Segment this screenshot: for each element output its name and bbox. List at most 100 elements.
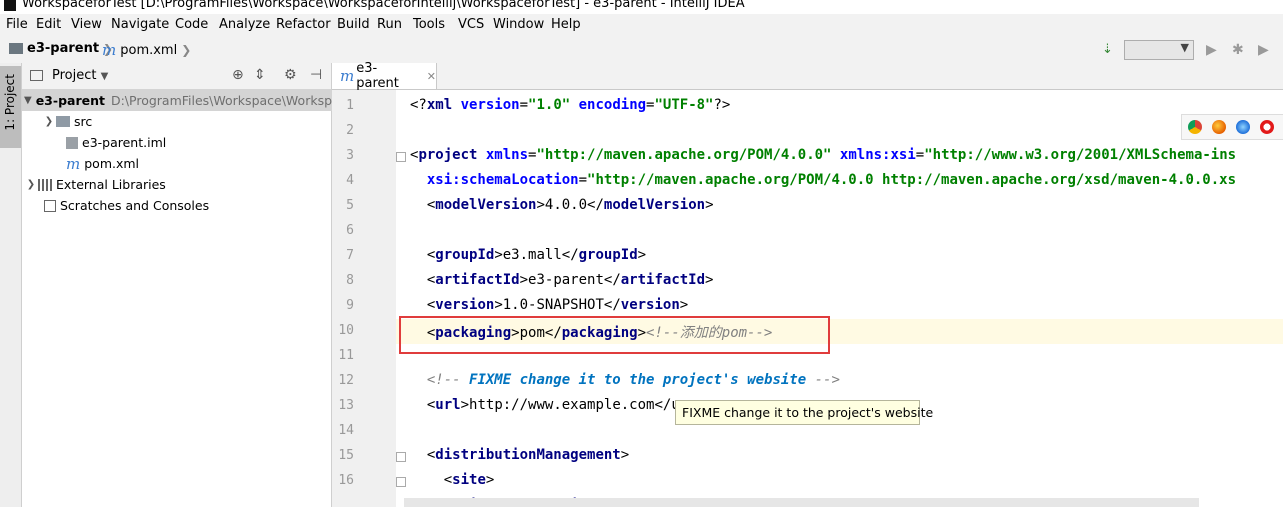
- menu-tools[interactable]: Tools: [413, 17, 445, 32]
- chevron-right-icon: ❯: [181, 43, 192, 57]
- tree-node-iml[interactable]: e3-parent.iml: [22, 132, 375, 153]
- tree-node-label: pom.xml: [84, 156, 140, 171]
- menu-file[interactable]: File: [6, 17, 28, 32]
- menu-view[interactable]: View: [71, 17, 102, 32]
- tree-root-path: D:\ProgramFiles\Workspace\WorkspaceforIn…: [110, 93, 333, 108]
- editor-tab-label: e3-parent: [356, 61, 399, 91]
- tree-node-external-libraries[interactable]: ❯ External Libraries: [22, 174, 333, 195]
- chrome-icon[interactable]: [1188, 120, 1202, 134]
- chevron-down-icon: ▼: [1180, 41, 1189, 54]
- run-icon[interactable]: ▶: [1206, 42, 1217, 58]
- breadcrumb-file[interactable]: m pom.xml ❯: [102, 41, 195, 59]
- safari-icon[interactable]: [1236, 120, 1250, 134]
- breadcrumb-project-label: e3-parent: [27, 41, 100, 56]
- intellij-app-icon: [4, 0, 16, 11]
- code-line-7: <groupId>e3.mall</groupId>: [410, 247, 647, 263]
- menu-navigate[interactable]: Navigate: [111, 17, 169, 32]
- tree-node-src[interactable]: ❯ src: [22, 111, 351, 132]
- menu-run[interactable]: Run: [377, 17, 402, 32]
- line-number: 8: [346, 273, 354, 288]
- project-view-selector[interactable]: Project ▼: [52, 68, 108, 83]
- fixme-tooltip: FIXME change it to the project's website: [675, 400, 933, 425]
- project-panel: Project ▼ ⊕ ⇕ ⚙ ⊣ ▼ e3-parent D:\Program…: [22, 63, 333, 507]
- fold-marker-icon[interactable]: [396, 477, 406, 487]
- breadcrumb-project[interactable]: e3-parent ❯: [9, 41, 117, 56]
- line-number: 14: [338, 423, 354, 438]
- menu-analyze[interactable]: Analyze: [219, 17, 270, 32]
- fold-marker-icon[interactable]: [396, 152, 406, 162]
- debug-icon[interactable]: ✱: [1232, 42, 1244, 58]
- editor-tab-bar: m e3-parent ✕: [332, 61, 1283, 91]
- menu-build[interactable]: Build: [337, 17, 370, 32]
- library-icon: [38, 178, 52, 191]
- chevron-right-icon[interactable]: ❯: [42, 116, 56, 127]
- code-line-4: xsi:schemaLocation="http://maven.apache.…: [426, 172, 1237, 188]
- fold-marker-icon[interactable]: [396, 452, 406, 462]
- tree-node-scratches[interactable]: Scratches and Consoles: [22, 195, 353, 216]
- code-line-9: <version>1.0-SNAPSHOT</version>: [410, 297, 689, 313]
- menu-window[interactable]: Window: [493, 17, 544, 32]
- build-hammer-icon[interactable]: ⇣: [1102, 42, 1113, 57]
- navigation-bar: e3-parent ❯ m pom.xml ❯: [0, 38, 1283, 64]
- folder-icon: [56, 116, 70, 127]
- code-line-5: <modelVersion>4.0.0</modelVersion>: [410, 197, 714, 213]
- menu-code[interactable]: Code: [175, 17, 208, 32]
- code-line-16: <site>: [410, 472, 495, 488]
- line-number: 9: [346, 298, 354, 313]
- line-number: 11: [338, 348, 354, 363]
- code-line-8: <artifactId>e3-parent</artifactId>: [410, 272, 714, 288]
- menu-vcs[interactable]: VCS: [458, 17, 484, 32]
- firefox-icon[interactable]: [1212, 120, 1226, 134]
- scratches-icon: [44, 199, 56, 212]
- tree-node-e3-parent[interactable]: ▼ e3-parent D:\ProgramFiles\Workspace\Wo…: [22, 90, 333, 111]
- code-line-15: <distributionManagement>: [410, 447, 630, 463]
- module-folder-icon: [9, 43, 23, 54]
- editor-tab-pom[interactable]: m e3-parent ✕: [332, 61, 437, 91]
- tooltip-text: FIXME change it to the project's website: [682, 405, 934, 420]
- project-panel-title: Project: [52, 68, 97, 83]
- tree-node-pom[interactable]: m pom.xml: [22, 153, 375, 174]
- module-file-icon: [66, 136, 78, 149]
- opera-icon[interactable]: [1260, 120, 1274, 134]
- project-panel-header: Project ▼ ⊕ ⇕ ⚙ ⊣: [22, 63, 331, 90]
- hide-panel-icon[interactable]: ⊣: [310, 67, 322, 83]
- maven-file-icon: m: [66, 154, 81, 173]
- line-number: 15: [338, 448, 354, 463]
- maven-file-icon: m: [340, 67, 355, 85]
- chevron-down-icon[interactable]: ▼: [24, 95, 32, 106]
- line-number: 6: [346, 223, 354, 238]
- line-number: 16: [338, 473, 354, 488]
- tree-root-name: e3-parent: [35, 93, 105, 108]
- menu-help[interactable]: Help: [551, 17, 581, 32]
- scroll-from-source-icon[interactable]: ⊕: [232, 67, 244, 83]
- line-number: 4: [346, 173, 354, 188]
- window-title: WorkspaceforTest [D:\ProgramFiles\Worksp…: [22, 0, 745, 11]
- line-number: 7: [346, 248, 354, 263]
- line-number: 5: [346, 198, 354, 213]
- run-configuration-select[interactable]: ▼: [1124, 40, 1194, 60]
- annotation-highlight-box: [399, 316, 830, 354]
- window-title-bar: WorkspaceforTest [D:\ProgramFiles\Worksp…: [0, 0, 1283, 13]
- line-number: 13: [338, 398, 354, 413]
- tree-node-label: Scratches and Consoles: [60, 198, 210, 213]
- menu-edit[interactable]: Edit: [36, 17, 61, 32]
- code-line-12: <!-- FIXME change it to the project's we…: [426, 372, 840, 388]
- close-icon[interactable]: ✕: [427, 70, 436, 83]
- chevron-right-icon[interactable]: ❯: [24, 179, 38, 190]
- breadcrumb-file-label: pom.xml: [120, 42, 178, 58]
- run-with-coverage-icon[interactable]: ▶: [1258, 42, 1269, 58]
- gear-icon[interactable]: ⚙: [284, 67, 297, 83]
- project-tool-window-label: 1: Project: [3, 74, 17, 131]
- collapse-all-icon[interactable]: ⇕: [254, 67, 266, 83]
- horizontal-scrollbar[interactable]: [404, 498, 1199, 507]
- code-line-13: <url>http://www.example.com</ur: [410, 397, 689, 413]
- line-number: 10: [338, 323, 354, 338]
- line-number: 1: [346, 98, 354, 113]
- browser-preview-bar: [1181, 114, 1283, 140]
- tree-node-label: src: [74, 114, 93, 129]
- line-number: 2: [346, 123, 354, 138]
- tree-node-label: e3-parent.iml: [82, 135, 167, 150]
- line-number: 12: [338, 373, 354, 388]
- menu-refactor[interactable]: Refactor: [276, 17, 331, 32]
- chevron-down-icon: ▼: [100, 71, 109, 82]
